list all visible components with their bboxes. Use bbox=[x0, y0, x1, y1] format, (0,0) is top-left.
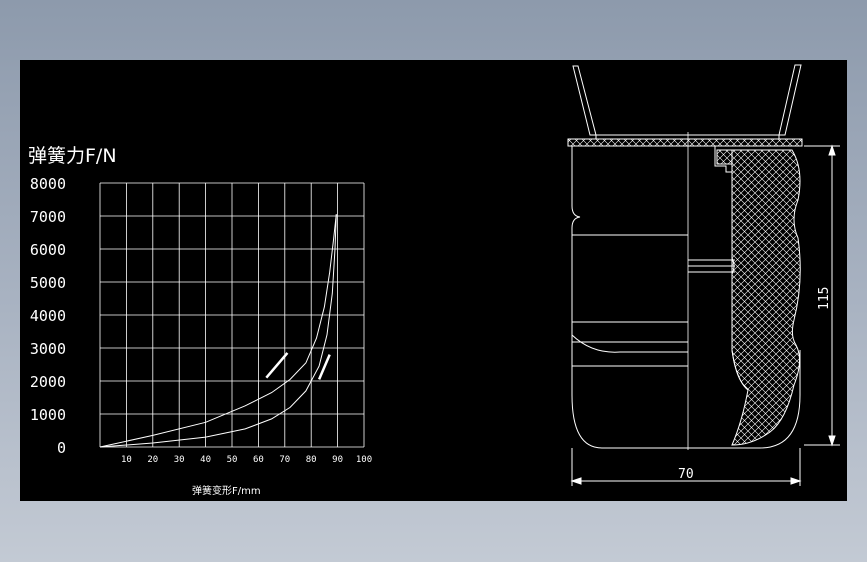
y-tick-label: 5000 bbox=[30, 274, 66, 292]
x-tick-label: 40 bbox=[200, 455, 211, 465]
direction-arrow-1 bbox=[265, 352, 289, 379]
x-tick-label: 50 bbox=[227, 455, 238, 465]
y-tick-labels: 0 1000 2000 3000 4000 5000 6000 7000 8000 bbox=[30, 175, 66, 457]
x-tick-label: 70 bbox=[279, 455, 290, 465]
x-tick-label: 90 bbox=[332, 455, 343, 465]
y-axis-label: 弹簧力F/N bbox=[28, 145, 117, 167]
y-tick-label: 4000 bbox=[30, 307, 66, 325]
dim-width-label: 70 bbox=[678, 467, 694, 482]
cup-right-wall bbox=[778, 64, 802, 136]
x-tick-label: 80 bbox=[306, 455, 317, 465]
cup-left-wall bbox=[572, 65, 597, 136]
x-tick-labels: 10 20 30 40 50 60 70 80 90 100 bbox=[121, 455, 372, 465]
x-tick-label: 10 bbox=[121, 455, 132, 465]
x-axis-label: 弹簧变形F/mm bbox=[192, 484, 261, 497]
top-flange-plate bbox=[567, 138, 803, 147]
chart-arrows bbox=[265, 352, 331, 380]
x-tick-label: 60 bbox=[253, 455, 264, 465]
chart-grid bbox=[99, 182, 365, 448]
x-tick-label: 20 bbox=[147, 455, 158, 465]
spring-force-chart: 弹簧力F/N 0 1000 2000 3000 4000 5000 6000 7000 8000… bbox=[28, 145, 372, 497]
y-tick-label: 1000 bbox=[30, 406, 66, 424]
y-tick-label: 0 bbox=[57, 439, 66, 457]
y-tick-label: 7000 bbox=[30, 208, 66, 226]
cad-drawing: 弹簧力F/N 0 1000 2000 3000 4000 5000 6000 7000 8000… bbox=[28, 64, 840, 497]
y-tick-label: 8000 bbox=[30, 175, 66, 193]
cad-drawing-canvas: 弹簧力F/N 0 1000 2000 3000 4000 5000 6000 7000 8000… bbox=[20, 60, 847, 501]
y-tick-label: 6000 bbox=[30, 241, 66, 259]
rubber-body-hatched bbox=[731, 149, 801, 446]
x-tick-label: 30 bbox=[174, 455, 185, 465]
y-tick-label: 2000 bbox=[30, 373, 66, 391]
y-tick-label: 3000 bbox=[30, 340, 66, 358]
dim-height-label: 115 bbox=[817, 287, 832, 310]
x-tick-label: 100 bbox=[356, 455, 372, 465]
bump-stop-cross-section: 115 70 bbox=[567, 64, 840, 486]
